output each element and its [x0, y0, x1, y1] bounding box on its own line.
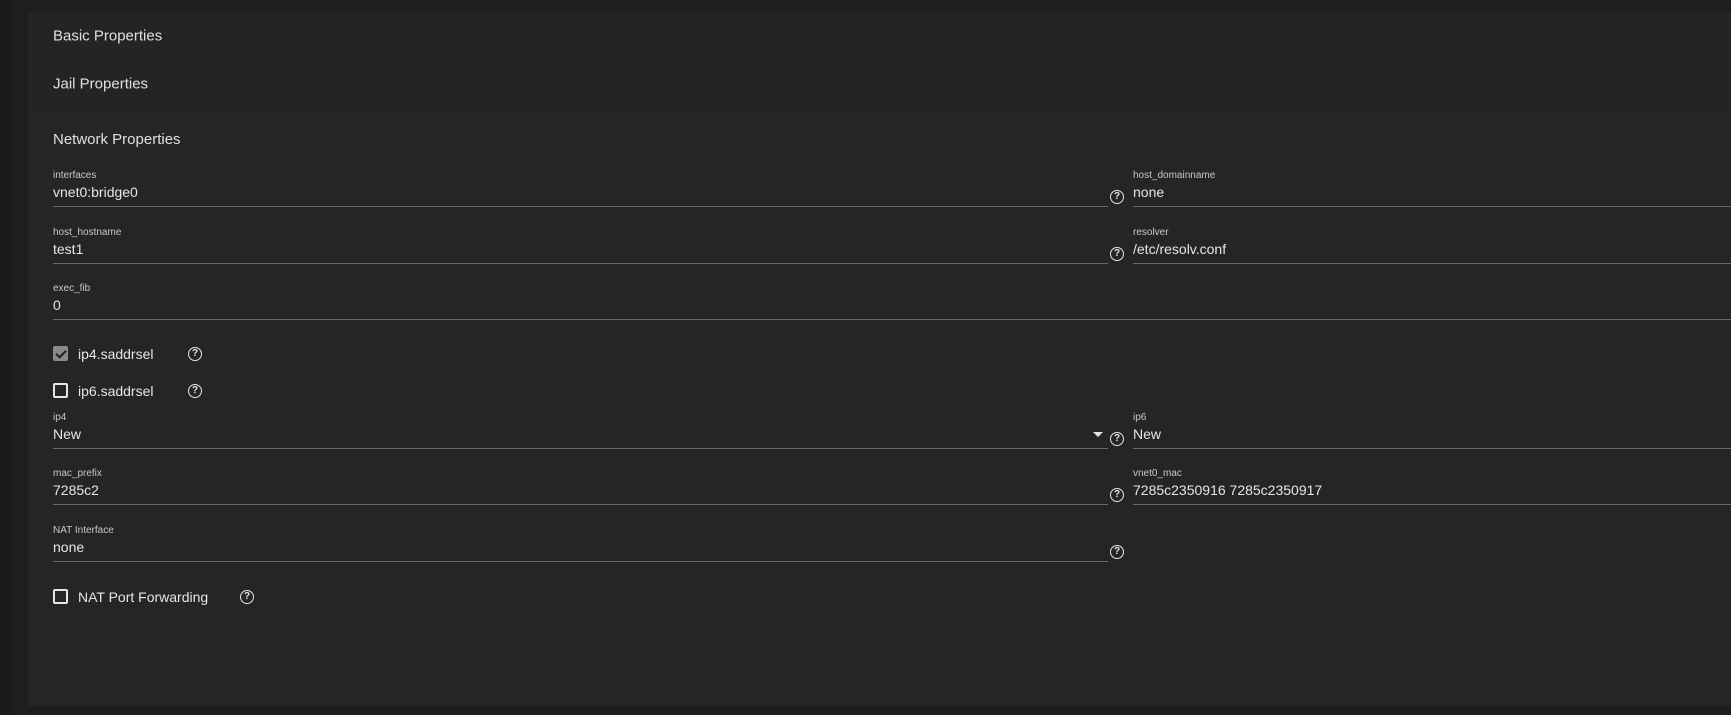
nat-port-forwarding-label[interactable]: NAT Port Forwarding: [78, 589, 208, 605]
ip4-label: ip4: [53, 412, 67, 423]
chevron-down-icon[interactable]: [1093, 432, 1103, 437]
help-icon[interactable]: ?: [1110, 488, 1124, 502]
ip6-value[interactable]: New: [1133, 426, 1161, 442]
ip6-field[interactable]: ip6 New: [1133, 412, 1731, 452]
ip4-saddrsel-checkbox[interactable]: [53, 346, 68, 361]
ip6-label: ip6: [1133, 412, 1147, 423]
exec-fib-underline: [53, 319, 1731, 320]
help-icon[interactable]: ?: [188, 384, 202, 398]
jail-edit-form: Basic Properties Jail Properties Network…: [28, 0, 1731, 715]
ip4-saddrsel-label[interactable]: ip4.saddrsel: [78, 346, 154, 362]
ip6-underline: [1133, 448, 1731, 449]
ip4-select[interactable]: ip4 New: [53, 412, 1108, 452]
left-edge-strip: [0, 0, 14, 715]
nat-interface-value[interactable]: none: [53, 539, 84, 555]
ip6-saddrsel-row: ip6.saddrsel: [53, 381, 253, 401]
resolver-value[interactable]: /etc/resolv.conf: [1133, 241, 1226, 257]
nat-interface-field[interactable]: NAT Interface none: [53, 525, 1108, 565]
help-icon[interactable]: ?: [1110, 190, 1124, 204]
interfaces-underline: [53, 206, 1108, 207]
help-icon[interactable]: ?: [1110, 432, 1124, 446]
nat-interface-underline: [53, 561, 1108, 562]
vnet0-mac-underline: [1133, 504, 1731, 505]
help-icon[interactable]: ?: [188, 347, 202, 361]
host-hostname-underline: [53, 263, 1108, 264]
ip6-saddrsel-checkbox[interactable]: [53, 383, 68, 398]
help-icon[interactable]: ?: [240, 590, 254, 604]
ip6-saddrsel-label[interactable]: ip6.saddrsel: [78, 383, 154, 399]
host-hostname-label: host_hostname: [53, 227, 122, 238]
interfaces-label: interfaces: [53, 170, 97, 181]
nat-port-forwarding-row: NAT Port Forwarding: [53, 587, 253, 607]
nat-port-forwarding-checkbox[interactable]: [53, 589, 68, 604]
network-properties-panel: Network Properties interfaces vnet0:brid…: [28, 108, 1731, 706]
host-hostname-value[interactable]: test1: [53, 241, 83, 257]
vnet0-mac-field[interactable]: vnet0_mac 7285c2350916 7285c2350917: [1133, 468, 1731, 508]
section-jail-title: Jail Properties: [53, 75, 149, 93]
host-domainname-field[interactable]: host_domainname none: [1133, 170, 1731, 210]
host-domainname-label: host_domainname: [1133, 170, 1216, 181]
section-basic-title: Basic Properties: [53, 27, 163, 45]
interfaces-value[interactable]: vnet0:bridge0: [53, 184, 138, 200]
section-network-title[interactable]: Network Properties: [53, 131, 181, 148]
mac-prefix-field[interactable]: mac_prefix 7285c2: [53, 468, 1108, 508]
vnet0-mac-label: vnet0_mac: [1133, 468, 1182, 479]
help-icon[interactable]: ?: [1110, 545, 1124, 559]
host-domainname-value[interactable]: none: [1133, 184, 1164, 200]
nat-interface-label: NAT Interface: [53, 525, 114, 536]
exec-fib-label: exec_fib: [53, 283, 91, 294]
resolver-underline: [1133, 263, 1731, 264]
resolver-label: resolver: [1133, 227, 1169, 238]
host-hostname-field[interactable]: host_hostname test1: [53, 227, 1108, 267]
vnet0-mac-value[interactable]: 7285c2350916 7285c2350917: [1133, 482, 1322, 498]
resolver-field[interactable]: resolver /etc/resolv.conf: [1133, 227, 1731, 267]
mac-prefix-underline: [53, 504, 1108, 505]
section-jail-properties[interactable]: Jail Properties: [28, 60, 1731, 108]
interfaces-field[interactable]: interfaces vnet0:bridge0: [53, 170, 1108, 210]
exec-fib-field[interactable]: exec_fib 0: [53, 283, 1731, 323]
mac-prefix-value[interactable]: 7285c2: [53, 482, 99, 498]
ip4-underline: [53, 448, 1108, 449]
exec-fib-value[interactable]: 0: [53, 297, 61, 313]
mac-prefix-label: mac_prefix: [53, 468, 102, 479]
host-domainname-underline: [1133, 206, 1731, 207]
help-icon[interactable]: ?: [1110, 247, 1124, 261]
section-basic-properties[interactable]: Basic Properties: [28, 12, 1731, 60]
ip4-value[interactable]: New: [53, 426, 81, 442]
ip4-saddrsel-row: ip4.saddrsel: [53, 344, 253, 364]
